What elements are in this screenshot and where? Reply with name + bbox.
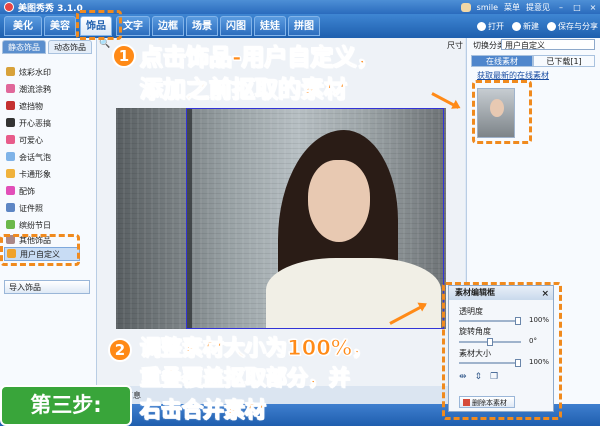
mask-icon xyxy=(6,101,15,110)
tab-frame[interactable]: 边框 xyxy=(152,16,184,36)
tab-animated-accessories[interactable]: 动态饰品 xyxy=(48,40,92,54)
size-label[interactable]: 尺寸 xyxy=(447,40,463,51)
funny-icon xyxy=(6,118,15,127)
category-item[interactable]: 卡通形象 xyxy=(6,168,51,182)
save-share-button[interactable]: 保存与分享 xyxy=(547,21,598,32)
open-button[interactable]: 打开 xyxy=(477,21,504,32)
category-item[interactable]: 会话气泡 xyxy=(6,151,51,165)
watermark-icon xyxy=(6,67,15,76)
tab-doll[interactable]: 娃娃 xyxy=(254,16,286,36)
highlight-editor xyxy=(442,282,562,420)
left-panel-tabs: 静态饰品 动态饰品 xyxy=(2,40,94,54)
import-accessory-button[interactable]: 导入饰品 xyxy=(4,280,90,294)
menu-link[interactable]: 菜单 xyxy=(504,2,520,13)
step2-line1: 调整素材大小为100%， xyxy=(140,336,374,361)
tab-downloaded[interactable]: 已下载[1] xyxy=(533,55,595,67)
category-item[interactable]: 潮流涂鸦 xyxy=(6,83,51,97)
category-item[interactable]: 缤纷节日 xyxy=(6,219,51,233)
feedback-link[interactable]: 提意见 xyxy=(526,2,550,13)
close-icon[interactable]: × xyxy=(588,3,598,12)
tab-makeup[interactable]: 美容 xyxy=(44,16,76,36)
id-photo-icon xyxy=(6,203,15,212)
category-item[interactable]: 遮挡物 xyxy=(6,100,43,114)
tab-online-materials[interactable]: 在线素材 xyxy=(471,55,533,67)
tab-beautify[interactable]: 美化 xyxy=(4,16,42,36)
plus-icon xyxy=(512,21,521,31)
tab-scene[interactable]: 场景 xyxy=(186,16,218,36)
step1-line1: 点击饰品-用户自定义， xyxy=(140,45,381,72)
category-item[interactable]: 可爱心 xyxy=(6,134,43,148)
highlight-user-defined xyxy=(0,234,80,266)
step2-line3: 右击合并素材 xyxy=(140,398,267,423)
new-button[interactable]: 新建 xyxy=(512,21,539,32)
cartoon-icon xyxy=(6,169,15,178)
tab-collage[interactable]: 拼图 xyxy=(288,16,320,36)
category-item[interactable]: 开心恶搞 xyxy=(6,117,51,131)
minimize-icon[interactable]: – xyxy=(556,3,566,12)
step1-number-badge: 1 xyxy=(112,44,136,68)
save-icon xyxy=(547,21,556,31)
folder-icon xyxy=(477,21,486,31)
bubble-icon xyxy=(6,152,15,161)
category-item[interactable]: 配饰 xyxy=(6,185,35,199)
app-title: 美图秀秀 3.1.0 xyxy=(18,4,83,14)
step2-number-badge: 2 xyxy=(108,338,132,362)
zoom-icon[interactable]: 🔍 xyxy=(99,39,110,49)
title-bar-right: smile 菜单 提意见 – □ × xyxy=(460,0,598,14)
maximize-icon[interactable]: □ xyxy=(572,3,582,12)
category-select[interactable]: 用户自定义 xyxy=(501,39,595,50)
festival-icon xyxy=(6,220,15,229)
category-item[interactable]: 炫彩水印 xyxy=(6,66,51,80)
highlight-thumbnail xyxy=(472,80,532,144)
step2-line2: 重叠覆盖抠取部分，并 xyxy=(140,366,351,391)
user-avatar[interactable] xyxy=(460,2,471,12)
app-logo-icon xyxy=(4,2,14,12)
step-three-badge: 第三步: xyxy=(0,385,132,426)
tab-static-accessories[interactable]: 静态饰品 xyxy=(2,40,46,54)
user-name[interactable]: smile xyxy=(477,3,498,12)
highlight-accessory-tab xyxy=(76,10,122,40)
heart-icon xyxy=(6,135,15,144)
doodle-icon xyxy=(6,84,15,93)
left-panel: 静态饰品 动态饰品 炫彩水印 潮流涂鸦 遮挡物 开心恶搞 可爱心 会话气泡 卡通… xyxy=(0,38,97,404)
ornament-icon xyxy=(6,186,15,195)
nav-actions: 打开 新建 保存与分享 xyxy=(477,14,598,38)
tab-flash[interactable]: 闪图 xyxy=(220,16,252,36)
category-item[interactable]: 证件照 xyxy=(6,202,43,216)
step1-line2: 添加之前抠取的素材 xyxy=(140,77,348,104)
sticker-selection-box[interactable] xyxy=(186,108,444,329)
